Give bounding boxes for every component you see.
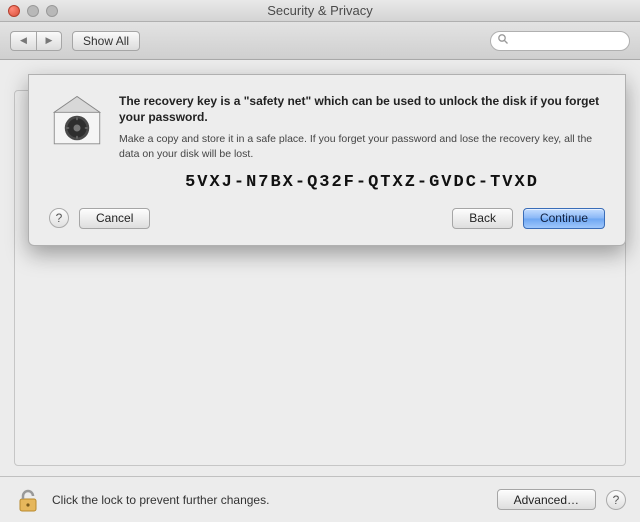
- filevault-icon: [49, 93, 105, 149]
- recovery-key-value: 5VXJ-N7BX-Q32F-QTXZ-GVDC-TVXD: [119, 173, 605, 192]
- sheet-subtext: Make a copy and store it in a safe place…: [119, 132, 605, 160]
- lock-description: Click the lock to prevent further change…: [52, 493, 269, 507]
- recovery-key-sheet: The recovery key is a "safety net" which…: [28, 74, 626, 246]
- footer-help-button[interactable]: ?: [606, 490, 626, 510]
- cancel-button[interactable]: Cancel: [79, 208, 150, 229]
- back-button[interactable]: Back: [452, 208, 513, 229]
- search-input[interactable]: [490, 31, 630, 51]
- help-icon: ?: [56, 211, 63, 225]
- sheet-heading: The recovery key is a "safety net" which…: [119, 93, 605, 125]
- lock-icon[interactable]: [14, 486, 42, 514]
- chevron-left-icon: ◀: [20, 35, 27, 46]
- continue-button[interactable]: Continue: [523, 208, 605, 229]
- advanced-button[interactable]: Advanced…: [497, 489, 596, 510]
- toolbar: ◀ ▶ Show All: [0, 22, 640, 60]
- nav-buttons: ◀ ▶: [10, 31, 62, 51]
- content-area: The recovery key is a "safety net" which…: [0, 60, 640, 476]
- footer: Click the lock to prevent further change…: [0, 476, 640, 522]
- nav-forward-button[interactable]: ▶: [36, 31, 62, 51]
- titlebar: Security & Privacy: [0, 0, 640, 22]
- chevron-right-icon: ▶: [46, 35, 53, 46]
- show-all-button[interactable]: Show All: [72, 31, 140, 51]
- help-icon: ?: [613, 493, 620, 507]
- window-title: Security & Privacy: [0, 3, 640, 18]
- nav-back-button[interactable]: ◀: [10, 31, 36, 51]
- help-button[interactable]: ?: [49, 208, 69, 228]
- search-icon: [497, 33, 509, 48]
